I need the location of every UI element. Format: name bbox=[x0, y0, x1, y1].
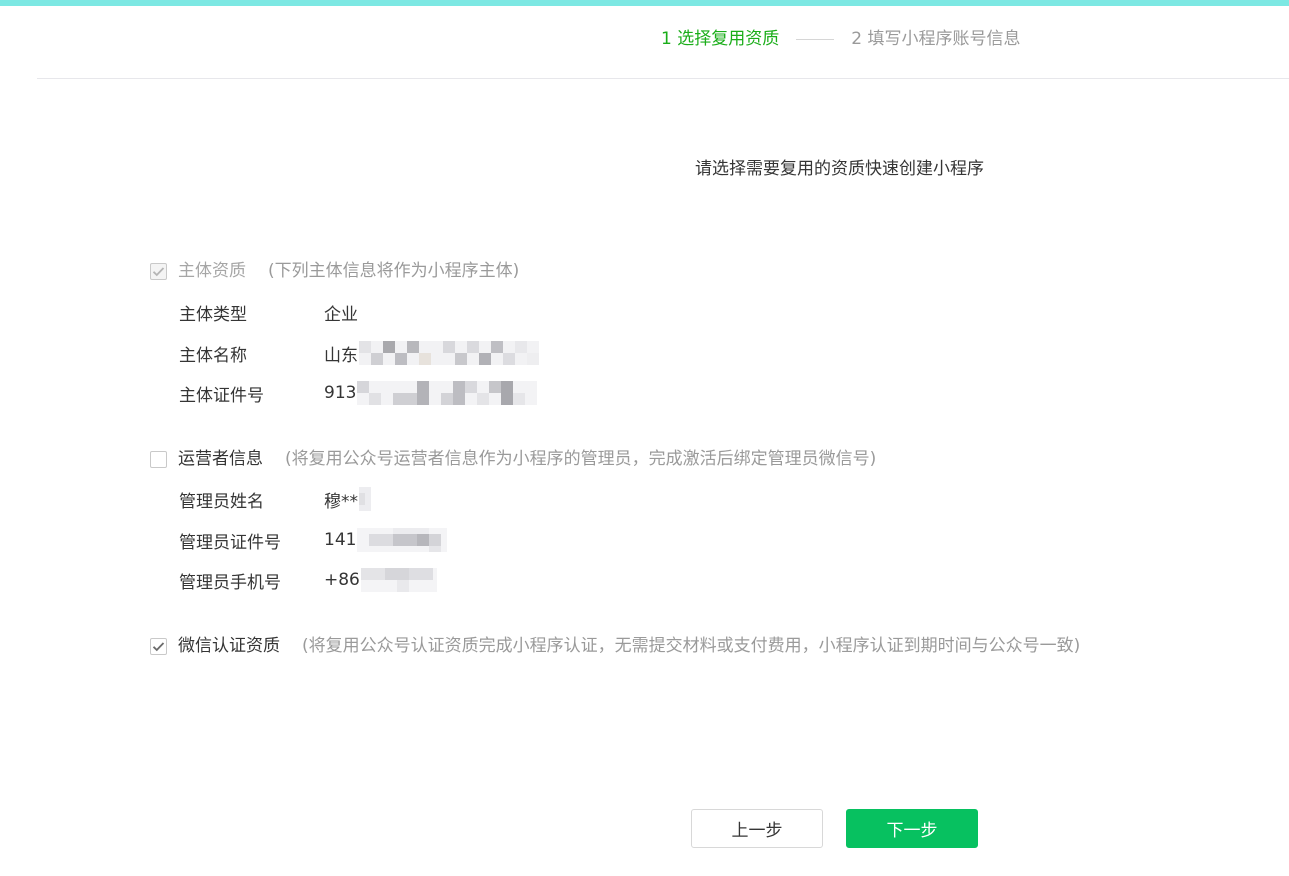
admin-name-label: 管理员姓名 bbox=[179, 491, 264, 512]
redacted-mosaic bbox=[357, 381, 538, 405]
admin-id-text: 141 bbox=[324, 530, 357, 550]
step-separator bbox=[796, 38, 835, 40]
entity-id-value: 913 bbox=[324, 381, 538, 405]
entity-name-row: 主体名称 山东 bbox=[179, 341, 539, 366]
operator-info-checkbox[interactable] bbox=[150, 450, 167, 468]
page-instruction: 请选择需要复用的资质快速创建小程序 bbox=[695, 159, 984, 179]
check-icon bbox=[152, 266, 165, 276]
operator-info-title: 运营者信息 bbox=[178, 449, 263, 469]
previous-step-button[interactable]: 上一步 bbox=[691, 809, 823, 848]
operator-info-header: 运营者信息 (将复用公众号运营者信息作为小程序的管理员，完成激活后绑定管理员微信… bbox=[150, 448, 876, 470]
entity-id-label: 主体证件号 bbox=[179, 385, 264, 406]
admin-id-value: 141 bbox=[324, 528, 448, 552]
entity-id-text: 913 bbox=[324, 383, 357, 403]
admin-id-row: 管理员证件号 141 bbox=[179, 528, 448, 553]
admin-phone-value: +86 bbox=[324, 568, 437, 592]
entity-qualification-checkbox[interactable] bbox=[150, 262, 167, 280]
admin-phone-text: +86 bbox=[324, 570, 360, 590]
next-step-button[interactable]: 下一步 bbox=[846, 809, 978, 848]
entity-type-value: 企业 bbox=[324, 300, 358, 325]
redacted-mosaic bbox=[359, 487, 371, 511]
step-select-qualification: 1 选择复用资质 bbox=[661, 29, 780, 49]
entity-qualification-title: 主体资质 bbox=[178, 261, 246, 281]
top-accent-bar bbox=[0, 0, 1289, 6]
entity-type-text: 企业 bbox=[324, 304, 358, 325]
header-divider bbox=[37, 78, 1289, 79]
wechat-cert-description: (将复用公众号认证资质完成小程序认证，无需提交材料或支付费用，小程序认证到期时间… bbox=[302, 636, 1081, 656]
entity-name-text: 山东 bbox=[324, 345, 358, 366]
admin-id-label: 管理员证件号 bbox=[179, 532, 281, 553]
entity-type-label: 主体类型 bbox=[179, 304, 247, 325]
step-fill-account-info: 2 填写小程序账号信息 bbox=[851, 29, 1021, 49]
redacted-mosaic bbox=[357, 528, 448, 552]
wechat-cert-header: 微信认证资质 (将复用公众号认证资质完成小程序认证，无需提交材料或支付费用，小程… bbox=[150, 635, 1080, 657]
operator-info-description: (将复用公众号运营者信息作为小程序的管理员，完成激活后绑定管理员微信号) bbox=[285, 449, 877, 469]
page: 1 选择复用资质 2 填写小程序账号信息 请选择需要复用的资质快速创建小程序 主… bbox=[0, 0, 1289, 876]
entity-qualification-description: (下列主体信息将作为小程序主体) bbox=[268, 261, 520, 281]
entity-qualification-header: 主体资质 (下列主体信息将作为小程序主体) bbox=[150, 260, 519, 282]
admin-name-text: 穆** bbox=[324, 491, 358, 512]
entity-name-value: 山东 bbox=[324, 341, 539, 366]
redacted-mosaic bbox=[360, 568, 437, 592]
admin-phone-label: 管理员手机号 bbox=[179, 572, 281, 593]
entity-id-row: 主体证件号 913 bbox=[179, 381, 538, 406]
admin-phone-row: 管理员手机号 +86 bbox=[179, 568, 437, 593]
entity-type-row: 主体类型 企业 bbox=[179, 300, 358, 325]
check-icon bbox=[152, 641, 165, 651]
redacted-mosaic bbox=[359, 341, 539, 365]
wechat-cert-checkbox[interactable] bbox=[150, 637, 167, 655]
entity-name-label: 主体名称 bbox=[179, 345, 247, 366]
admin-name-row: 管理员姓名 穆** bbox=[179, 487, 371, 512]
stepper: 1 选择复用资质 2 填写小程序账号信息 bbox=[661, 28, 1020, 50]
admin-name-value: 穆** bbox=[324, 487, 371, 512]
wechat-cert-title: 微信认证资质 bbox=[178, 636, 280, 656]
